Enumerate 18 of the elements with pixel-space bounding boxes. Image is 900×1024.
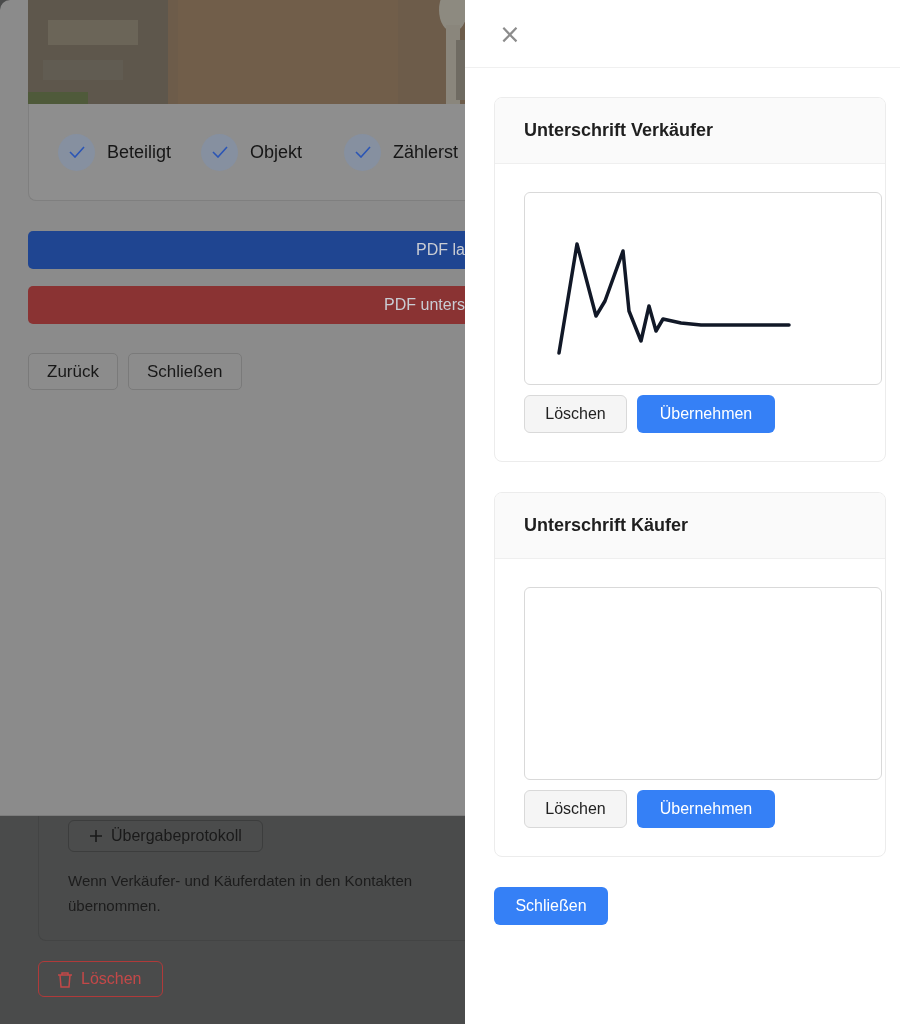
footer-button[interactable]: Zurück (28, 353, 118, 390)
step-label: Beteiligt (107, 141, 172, 163)
signature-pad[interactable] (524, 192, 882, 385)
footer-button[interactable]: Schließen (127, 353, 242, 390)
step-label: Zählerst (393, 141, 459, 163)
card-title: Unterschrift Käufer (524, 515, 689, 536)
close-button[interactable]: × (499, 20, 521, 47)
clear-button[interactable]: Löschen (524, 395, 627, 433)
apply-button[interactable]: Übernehmen (637, 395, 775, 433)
card-title: Unterschrift Verkäufer (524, 120, 714, 141)
close-drawer-button[interactable]: Schließen (494, 887, 608, 925)
clear-button[interactable]: Löschen (524, 790, 627, 828)
trash-icon (57, 970, 73, 988)
pdf-load-button[interactable]: PDF la (28, 231, 465, 269)
plus-icon (89, 829, 103, 843)
pdf-sign-button[interactable]: PDF unters (28, 286, 465, 324)
step-label: Objekt (250, 141, 303, 163)
apply-button[interactable]: Übernehmen (637, 790, 775, 828)
